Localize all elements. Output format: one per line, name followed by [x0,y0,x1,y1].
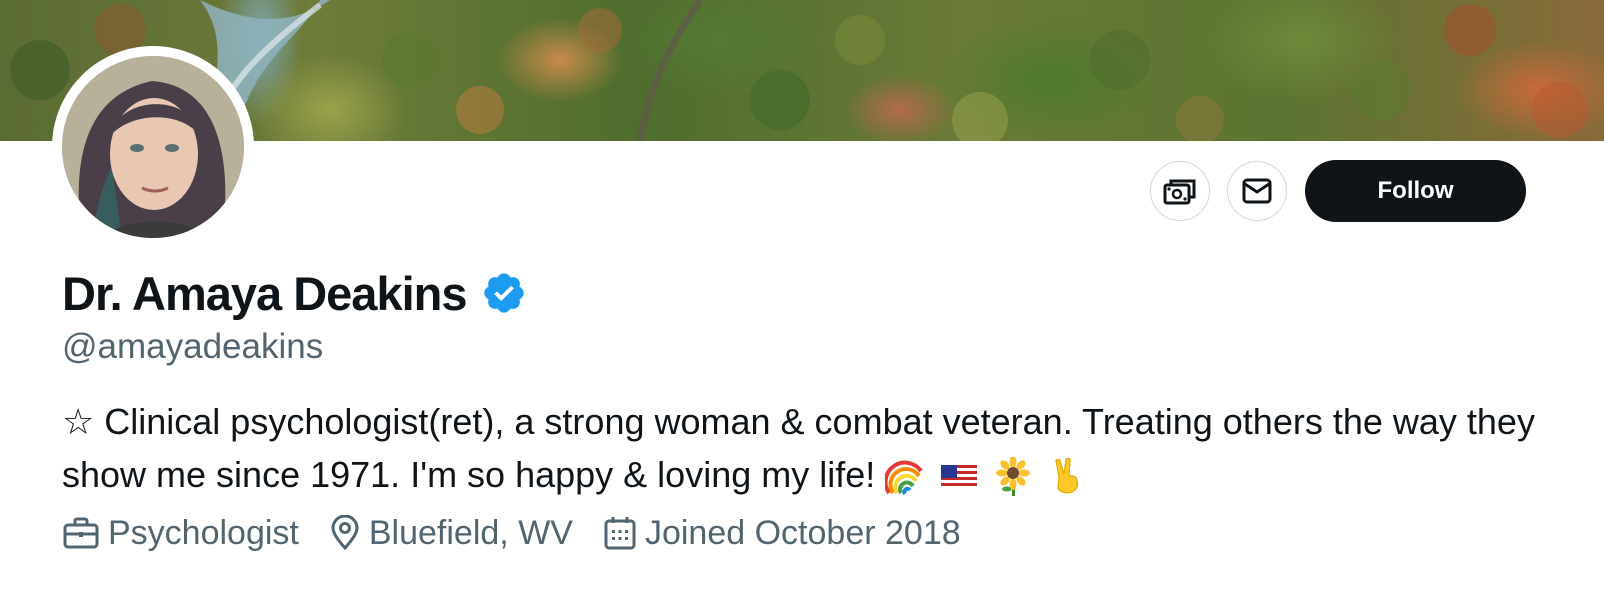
avatar-portrait-image [62,56,244,238]
bio-emojis [885,457,1087,497]
join-date: Joined October 2018 [603,514,961,553]
us-flag-icon [941,465,978,490]
join-date-label: Joined October 2018 [644,513,961,552]
victory-hand-icon [1055,458,1079,494]
name-row: Dr. Amaya Deakins [62,262,527,324]
profile-meta: Psychologist Bluefield, WV Joined Octobe… [62,510,991,556]
bio-text: ☆ Clinical psychologist(ret), a strong w… [62,401,1535,495]
envelope-icon [1242,178,1272,204]
follow-button[interactable]: Follow [1305,160,1526,222]
briefcase-icon [63,517,99,549]
location-pin-icon [331,515,359,551]
bio: ☆ Clinical psychologist(ret), a strong w… [62,395,1542,501]
calendar-icon [604,517,636,550]
rainbow-icon [885,461,923,496]
tip-button[interactable] [1150,161,1210,221]
profession: Psychologist [62,514,299,553]
money-icon [1163,179,1196,205]
sunflower-icon [996,457,1031,497]
location: Bluefield, WV [329,514,573,553]
message-button[interactable] [1227,161,1287,221]
display-name: Dr. Amaya Deakins [62,266,467,320]
verified-badge-icon[interactable] [481,270,527,316]
location-label: Bluefield, WV [368,513,573,552]
profession-label: Psychologist [108,513,299,552]
handle: @amayadeakins [62,327,324,366]
avatar[interactable] [62,56,244,238]
